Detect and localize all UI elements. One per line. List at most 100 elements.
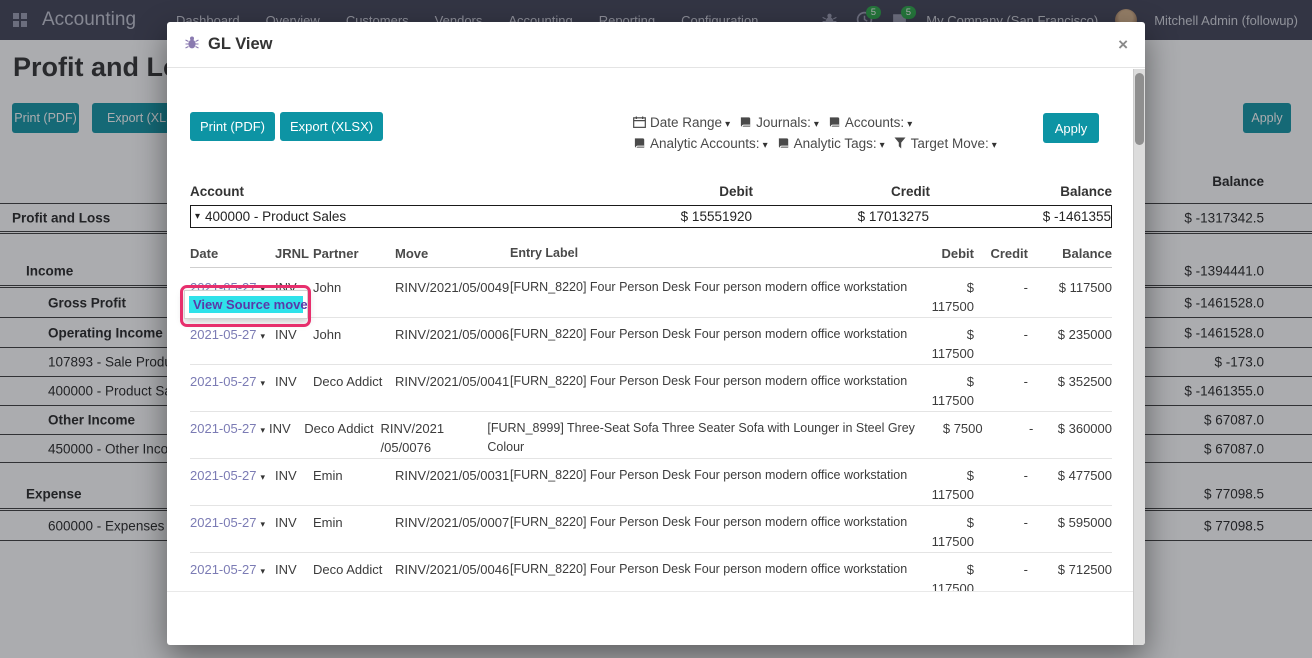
date-dropdown-menu: View Source move: [184, 290, 308, 319]
caret-down-icon[interactable]: [261, 472, 266, 482]
move-cell: RINV/2021​/05/0076: [381, 419, 488, 457]
gl-view-modal: GL View × Print (PDF) Export (XLSX) Date…: [167, 22, 1145, 645]
gl-table-row: 2021-05-27INVJohnRINV/2021​/05/0049[FURN…: [190, 271, 1112, 318]
scrollbar-thumb[interactable]: [1135, 73, 1144, 145]
account-debit: $ 15551920: [587, 209, 752, 224]
balance-header: Balance: [930, 184, 1112, 199]
view-source-move-menu-item[interactable]: View Source move: [189, 296, 303, 313]
move-cell: RINV/2021​/05/0007: [395, 513, 510, 532]
filter-icon: [894, 135, 907, 147]
debug-bug-icon: [184, 34, 200, 55]
credit-cell: -: [982, 325, 1028, 344]
balance-cell: $ 595000: [1036, 513, 1112, 532]
journal-cell: INV: [275, 325, 313, 344]
jrnl-header: JRNL: [275, 246, 313, 261]
balance-cell: $ 712500: [1036, 560, 1112, 579]
filter-journals[interactable]: Journals:: [739, 115, 819, 130]
partner-header: Partner: [313, 246, 395, 261]
date-cell: 2021-05-27: [190, 560, 275, 581]
partner-cell: John: [313, 278, 395, 297]
partner-cell: Deco Addict: [313, 372, 395, 391]
credit-header: Credit: [982, 246, 1028, 261]
journal-cell: INV: [275, 513, 313, 532]
account-credit: $ 17013275: [752, 209, 929, 224]
filter-analytic-tags[interactable]: Analytic Tags:: [777, 136, 885, 151]
caret-down-icon[interactable]: [195, 211, 200, 222]
caret-down-icon: [814, 119, 819, 130]
date-link[interactable]: 2021-05-27: [190, 374, 257, 389]
credit-cell: -: [982, 513, 1028, 532]
modal-footer: [167, 591, 1145, 618]
move-header: Move: [395, 246, 510, 261]
date-link[interactable]: 2021-05-27: [190, 515, 257, 530]
move-cell: RINV/2021​/05/0006: [395, 325, 510, 344]
modal-title: GL View: [208, 35, 273, 54]
date-cell: 2021-05-27: [190, 325, 275, 346]
caret-down-icon: [880, 140, 885, 151]
credit-cell: -: [982, 372, 1028, 391]
date-link[interactable]: 2021-05-27: [190, 562, 257, 577]
caret-down-icon: [725, 119, 730, 130]
gl-apply-button[interactable]: Apply: [1043, 113, 1099, 143]
debit-cell: $ 117500: [924, 325, 974, 363]
gl-table-row: 2021-05-27INVJohnRINV/2021​/05/0006[FURN…: [190, 318, 1112, 365]
credit-header: Credit: [753, 184, 930, 199]
journal-icon: [739, 114, 752, 126]
journal-cell: INV: [275, 372, 313, 391]
gl-export-xlsx-button[interactable]: Export (XLSX): [280, 112, 383, 141]
filter-accounts[interactable]: Accounts:: [828, 115, 912, 130]
modal-header: GL View ×: [167, 22, 1145, 68]
balance-cell: $ 117500: [1036, 278, 1112, 297]
gl-filters: Date Range Journals: Accounts: Analytic Acc…: [633, 113, 1037, 155]
journal-icon: [828, 114, 841, 126]
partner-cell: John: [313, 325, 395, 344]
entry-label-cell: [FURN_8999] Three-Seat Sofa Three Seater…: [487, 419, 928, 457]
caret-down-icon[interactable]: [261, 425, 266, 435]
filter-date-range[interactable]: Date Range: [633, 115, 730, 130]
date-header: Date: [190, 246, 275, 261]
debit-cell: $ 117500: [924, 372, 974, 410]
calendar-icon: [633, 114, 646, 126]
credit-cell: -: [982, 466, 1028, 485]
modal-body: Print (PDF) Export (XLSX) Date Range Jour…: [167, 68, 1145, 618]
entry-label-cell: [FURN_8220] Four Person Desk Four person…: [510, 560, 916, 579]
gl-print-pdf-button[interactable]: Print (PDF): [190, 112, 275, 141]
entry-label-cell: [FURN_8220] Four Person Desk Four person…: [510, 278, 916, 297]
entry-label-header: Entry Label: [510, 246, 916, 261]
caret-down-icon[interactable]: [261, 331, 266, 341]
date-link[interactable]: 2021-05-27: [190, 468, 257, 483]
filter-label: Date Range: [650, 115, 722, 130]
account-header: Account: [190, 184, 588, 199]
balance-header: Balance: [1036, 246, 1112, 261]
balance-cell: $ 352500: [1036, 372, 1112, 391]
filter-target-move[interactable]: Target Move:: [894, 136, 997, 151]
date-cell: 2021-05-27: [190, 466, 275, 487]
date-cell: 2021-05-27: [190, 513, 275, 534]
caret-down-icon[interactable]: [261, 378, 266, 388]
close-icon[interactable]: ×: [1118, 36, 1128, 53]
caret-down-icon: [907, 119, 912, 130]
account-summary-header: Account Debit Credit Balance: [190, 184, 1112, 199]
filter-label: Analytic Accounts:: [650, 136, 760, 151]
date-link[interactable]: 2021-05-27: [190, 327, 257, 342]
move-cell: RINV/2021​/05/0049: [395, 278, 510, 297]
filter-label: Accounts:: [845, 115, 904, 130]
date-cell: 2021-05-27: [190, 419, 269, 440]
credit-cell: -: [991, 419, 1034, 438]
debit-header: Debit: [588, 184, 753, 199]
journal-icon: [777, 135, 790, 147]
partner-cell: Deco Addict: [313, 560, 395, 579]
filter-analytic-accounts[interactable]: Analytic Accounts:: [633, 136, 768, 151]
account-summary-row: 400000 - Product Sales $ 15551920 $ 1701…: [190, 205, 1112, 228]
account-name: 400000 - Product Sales: [205, 209, 346, 224]
caret-down-icon[interactable]: [261, 566, 266, 576]
caret-down-icon: [992, 140, 997, 151]
journal-cell: INV: [275, 560, 313, 579]
balance-cell: $ 477500: [1036, 466, 1112, 485]
caret-down-icon[interactable]: [261, 519, 266, 529]
entry-label-cell: [FURN_8220] Four Person Desk Four person…: [510, 513, 916, 532]
gl-table-row: 2021-05-27INVEminRINV/2021​/05/0031[FURN…: [190, 459, 1112, 506]
date-link[interactable]: 2021-05-27: [190, 421, 257, 436]
journal-icon: [633, 135, 646, 147]
partner-cell: Emin: [313, 513, 395, 532]
